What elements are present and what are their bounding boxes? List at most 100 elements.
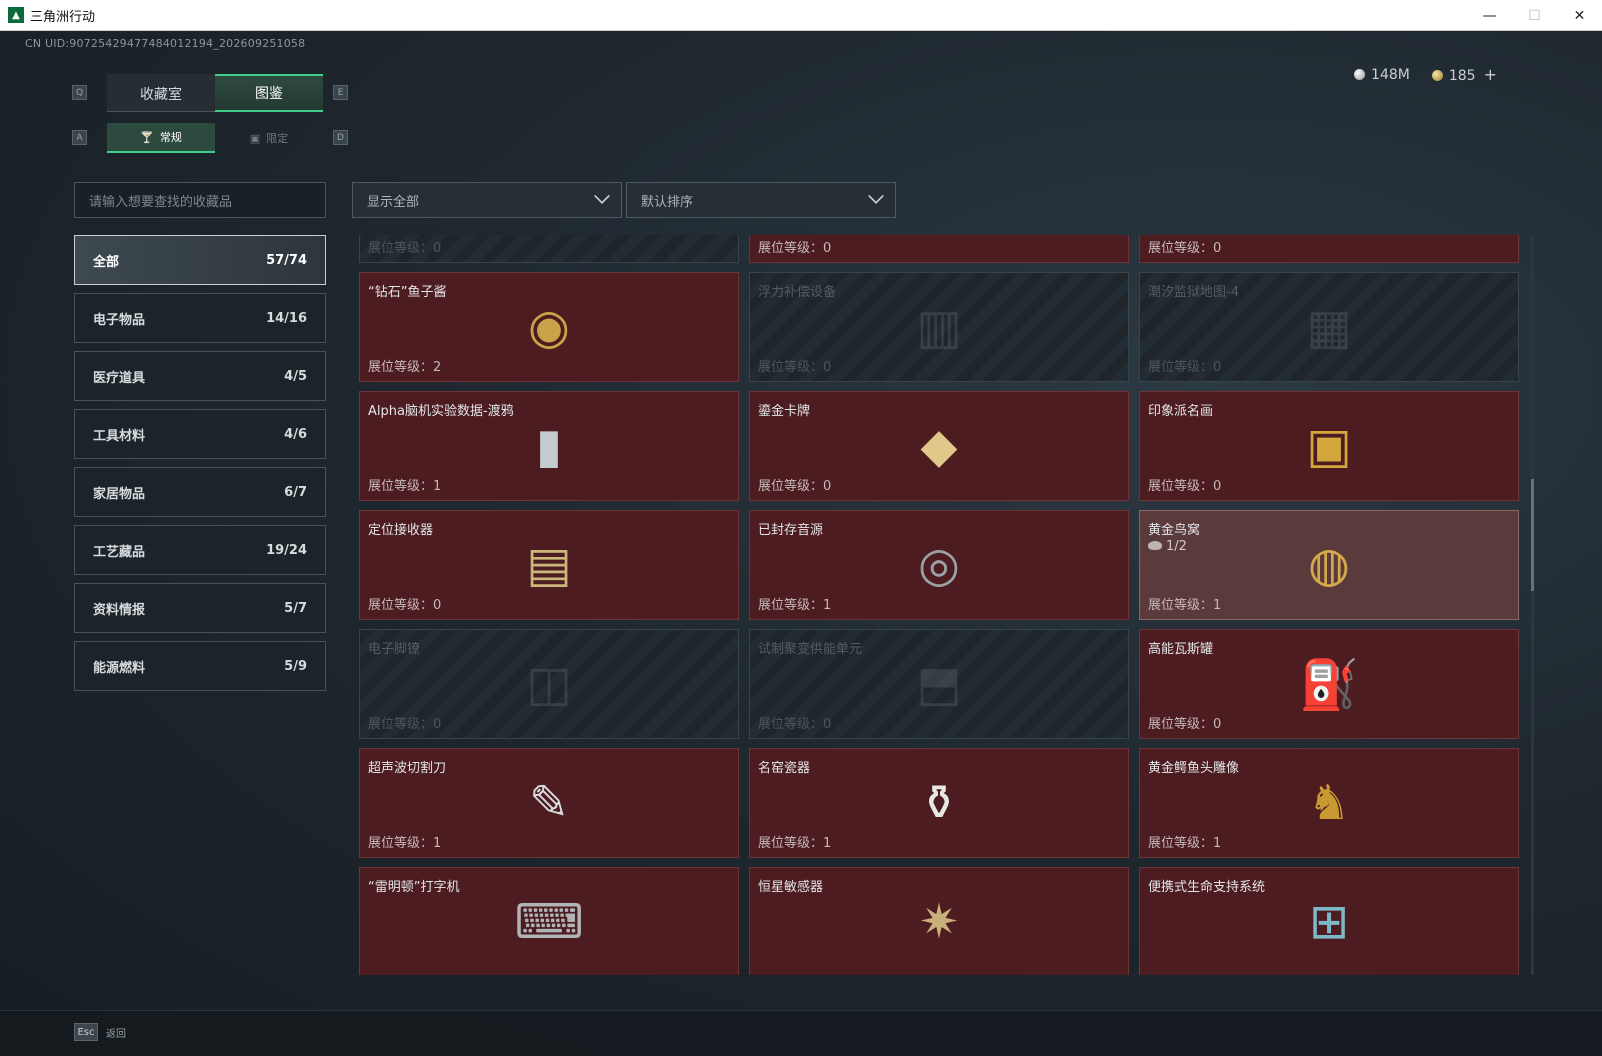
gold-currency: 185 +: [1431, 65, 1497, 84]
search-input[interactable]: 请输入想要查找的收藏品: [74, 182, 326, 218]
egg-icon: [1148, 541, 1162, 550]
maximize-button[interactable]: ☐: [1512, 0, 1557, 31]
collection-grid: 🏆 展位等级：0 ♟ 展位等级：0 ⚙ 展位等级：0 “钻石”鱼子酱 ◉ 展位等级：2 浮力补偿设…: [359, 235, 1527, 975]
sub-tabs: 🍸 常规 ▣ 限定: [107, 123, 323, 153]
category-all[interactable]: 全部 57/74: [74, 235, 326, 285]
chevron-down-icon: [594, 188, 610, 204]
porcelain-vase-icon: ⚱: [918, 775, 960, 831]
silver-coin-icon: [1354, 68, 1366, 80]
map-icon: ▦: [1306, 299, 1352, 355]
collection-card[interactable]: 便携式生命支持系统 ⊞: [1139, 867, 1519, 975]
crocodile-statue-icon: ♞: [1307, 775, 1351, 831]
tab-regular[interactable]: 🍸 常规: [107, 123, 215, 153]
collection-card[interactable]: 潮汐监狱地图-4 ▦ 展位等级：0: [1139, 272, 1519, 382]
close-button[interactable]: ✕: [1557, 0, 1602, 31]
collection-card[interactable]: 浮力补偿设备 ▥ 展位等级：0: [749, 272, 1129, 382]
collection-card[interactable]: 名窑瓷器 ⚱ 展位等级：1: [749, 748, 1129, 858]
collection-card[interactable]: 恒星敏感器 ✷: [749, 867, 1129, 975]
collection-card[interactable]: “钻石”鱼子酱 ◉ 展位等级：2: [359, 272, 739, 382]
collection-card[interactable]: Alpha脑机实验数据-渡鸦 ▮ 展位等级：1: [359, 391, 739, 501]
hotkey-q: Q: [72, 85, 87, 100]
card-display-level: 展位等级：0: [1148, 241, 1222, 256]
vest-icon: ▥: [916, 299, 962, 355]
category-energy[interactable]: 能源燃料 5/9: [74, 641, 326, 691]
card-icon: ◆: [920, 418, 958, 474]
collection-card[interactable]: 定位接收器 ▤ 展位等级：0: [359, 510, 739, 620]
card-count: 1/2: [1148, 539, 1187, 554]
frame-icon: ▣: [249, 131, 261, 145]
card-display-level: 展位等级：0: [758, 717, 832, 732]
card-name: 恒星敏感器: [758, 880, 824, 895]
category-crafts[interactable]: 工艺藏品 19/24: [74, 525, 326, 575]
window-titlebar: ▲ 三角洲行动 — ☐ ✕: [0, 0, 1602, 31]
scrollbar-thumb[interactable]: [1531, 479, 1534, 591]
game-area: CN UID:9072542947748401​2194_20260925105…: [0, 31, 1602, 1056]
card-display-level: 展位等级：0: [1148, 479, 1222, 494]
collection-card[interactable]: 黄金鳄鱼头雕像 ♞ 展位等级：1: [1139, 748, 1519, 858]
receiver-icon: ▤: [526, 537, 572, 593]
category-list: 全部 57/74 电子物品 14/16 医疗道具 4/5 工具材料 4/6 家居物品 6/…: [74, 235, 326, 699]
ankle-monitor-icon: ◫: [526, 656, 572, 712]
collection-card[interactable]: 黄金鸟窝 1/2 ◍ 展位等级：1: [1139, 510, 1519, 620]
card-display-level: 展位等级：0: [1148, 360, 1222, 375]
collection-card[interactable]: 试制聚变供能单元 ⬒ 展位等级：0: [749, 629, 1129, 739]
collection-card[interactable]: 超声波切割刀 ✎ 展位等级：1: [359, 748, 739, 858]
card-display-level: 展位等级：0: [368, 598, 442, 613]
star-sensor-icon: ✷: [918, 894, 960, 950]
category-medical[interactable]: 医疗道具 4/5: [74, 351, 326, 401]
collection-card[interactable]: 高能瓦斯罐 ⛽ 展位等级：0: [1139, 629, 1519, 739]
scrollbar-track[interactable]: [1531, 235, 1534, 975]
card-name: 便携式生命支持系统: [1148, 880, 1266, 895]
cutter-icon: ✎: [528, 775, 570, 831]
tab-limited[interactable]: ▣ 限定: [215, 123, 323, 153]
sort-dropdown[interactable]: 默认排序: [626, 182, 896, 218]
add-currency-button[interactable]: +: [1484, 65, 1497, 84]
tab-collection-room[interactable]: 收藏室: [107, 74, 215, 112]
card-display-level: 展位等级：0: [758, 360, 832, 375]
card-display-level: 展位等级：0: [758, 241, 832, 256]
category-tools[interactable]: 工具材料 4/6: [74, 409, 326, 459]
footer-bar: Esc 返回: [0, 1010, 1602, 1056]
collection-card[interactable]: ⚙ 展位等级：0: [1139, 235, 1519, 263]
tab-catalog[interactable]: 图鉴: [215, 74, 323, 112]
window-title: 三角洲行动: [30, 9, 96, 25]
collection-card[interactable]: 印象派名画 ▣ 展位等级：0: [1139, 391, 1519, 501]
collection-card[interactable]: ♟ 展位等级：0: [749, 235, 1129, 263]
collection-card[interactable]: 电子脚镣 ◫ 展位等级：0: [359, 629, 739, 739]
card-display-level: 展位等级：0: [368, 241, 442, 256]
collection-card[interactable]: 🏆 展位等级：0: [359, 235, 739, 263]
card-name: “雷明顿”打字机: [368, 880, 460, 895]
card-name: 浮力补偿设备: [758, 285, 837, 300]
card-display-level: 展位等级：2: [368, 360, 442, 375]
app-logo-icon: ▲: [8, 7, 24, 23]
back-button[interactable]: Esc 返回: [74, 1023, 126, 1041]
category-household[interactable]: 家居物品 6/7: [74, 467, 326, 517]
card-name: 电子脚镣: [368, 642, 421, 657]
category-electronics[interactable]: 电子物品 14/16: [74, 293, 326, 343]
data-cylinder-icon: ▮: [535, 418, 563, 474]
category-intel[interactable]: 资料情报 5/7: [74, 583, 326, 633]
card-display-level: 展位等级：0: [368, 717, 442, 732]
collection-card[interactable]: 鎏金卡牌 ◆ 展位等级：0: [749, 391, 1129, 501]
card-display-level: 展位等级：1: [1148, 836, 1222, 851]
card-name: Alpha脑机实验数据-渡鸦: [368, 404, 514, 419]
chevron-down-icon: [868, 188, 884, 204]
collection-card[interactable]: 已封存音源 ◎ 展位等级：1: [749, 510, 1129, 620]
display-filter-dropdown[interactable]: 显示全部: [352, 182, 622, 218]
trophy-icon: 🏆: [511, 235, 587, 243]
tape-recorder-icon: ◎: [918, 537, 960, 593]
life-support-icon: ⊞: [1308, 894, 1350, 950]
card-display-level: 展位等级：0: [758, 479, 832, 494]
bottle-icon: 🍸: [140, 130, 154, 144]
card-display-level: 展位等级：0: [1148, 717, 1222, 732]
card-name: 潮汐监狱地图-4: [1148, 285, 1239, 300]
card-name: 高能瓦斯罐: [1148, 642, 1214, 657]
collection-card[interactable]: “雷明顿”打字机 ⌨: [359, 867, 739, 975]
esc-key-hint: Esc: [74, 1023, 98, 1041]
minimize-button[interactable]: —: [1467, 0, 1512, 31]
card-display-level: 展位等级：1: [758, 836, 832, 851]
card-name: 鎏金卡牌: [758, 404, 811, 419]
main-tabs: 收藏室 图鉴: [107, 74, 323, 112]
gold-coin-icon: [1431, 70, 1443, 81]
card-name: 已封存音源: [758, 523, 824, 538]
